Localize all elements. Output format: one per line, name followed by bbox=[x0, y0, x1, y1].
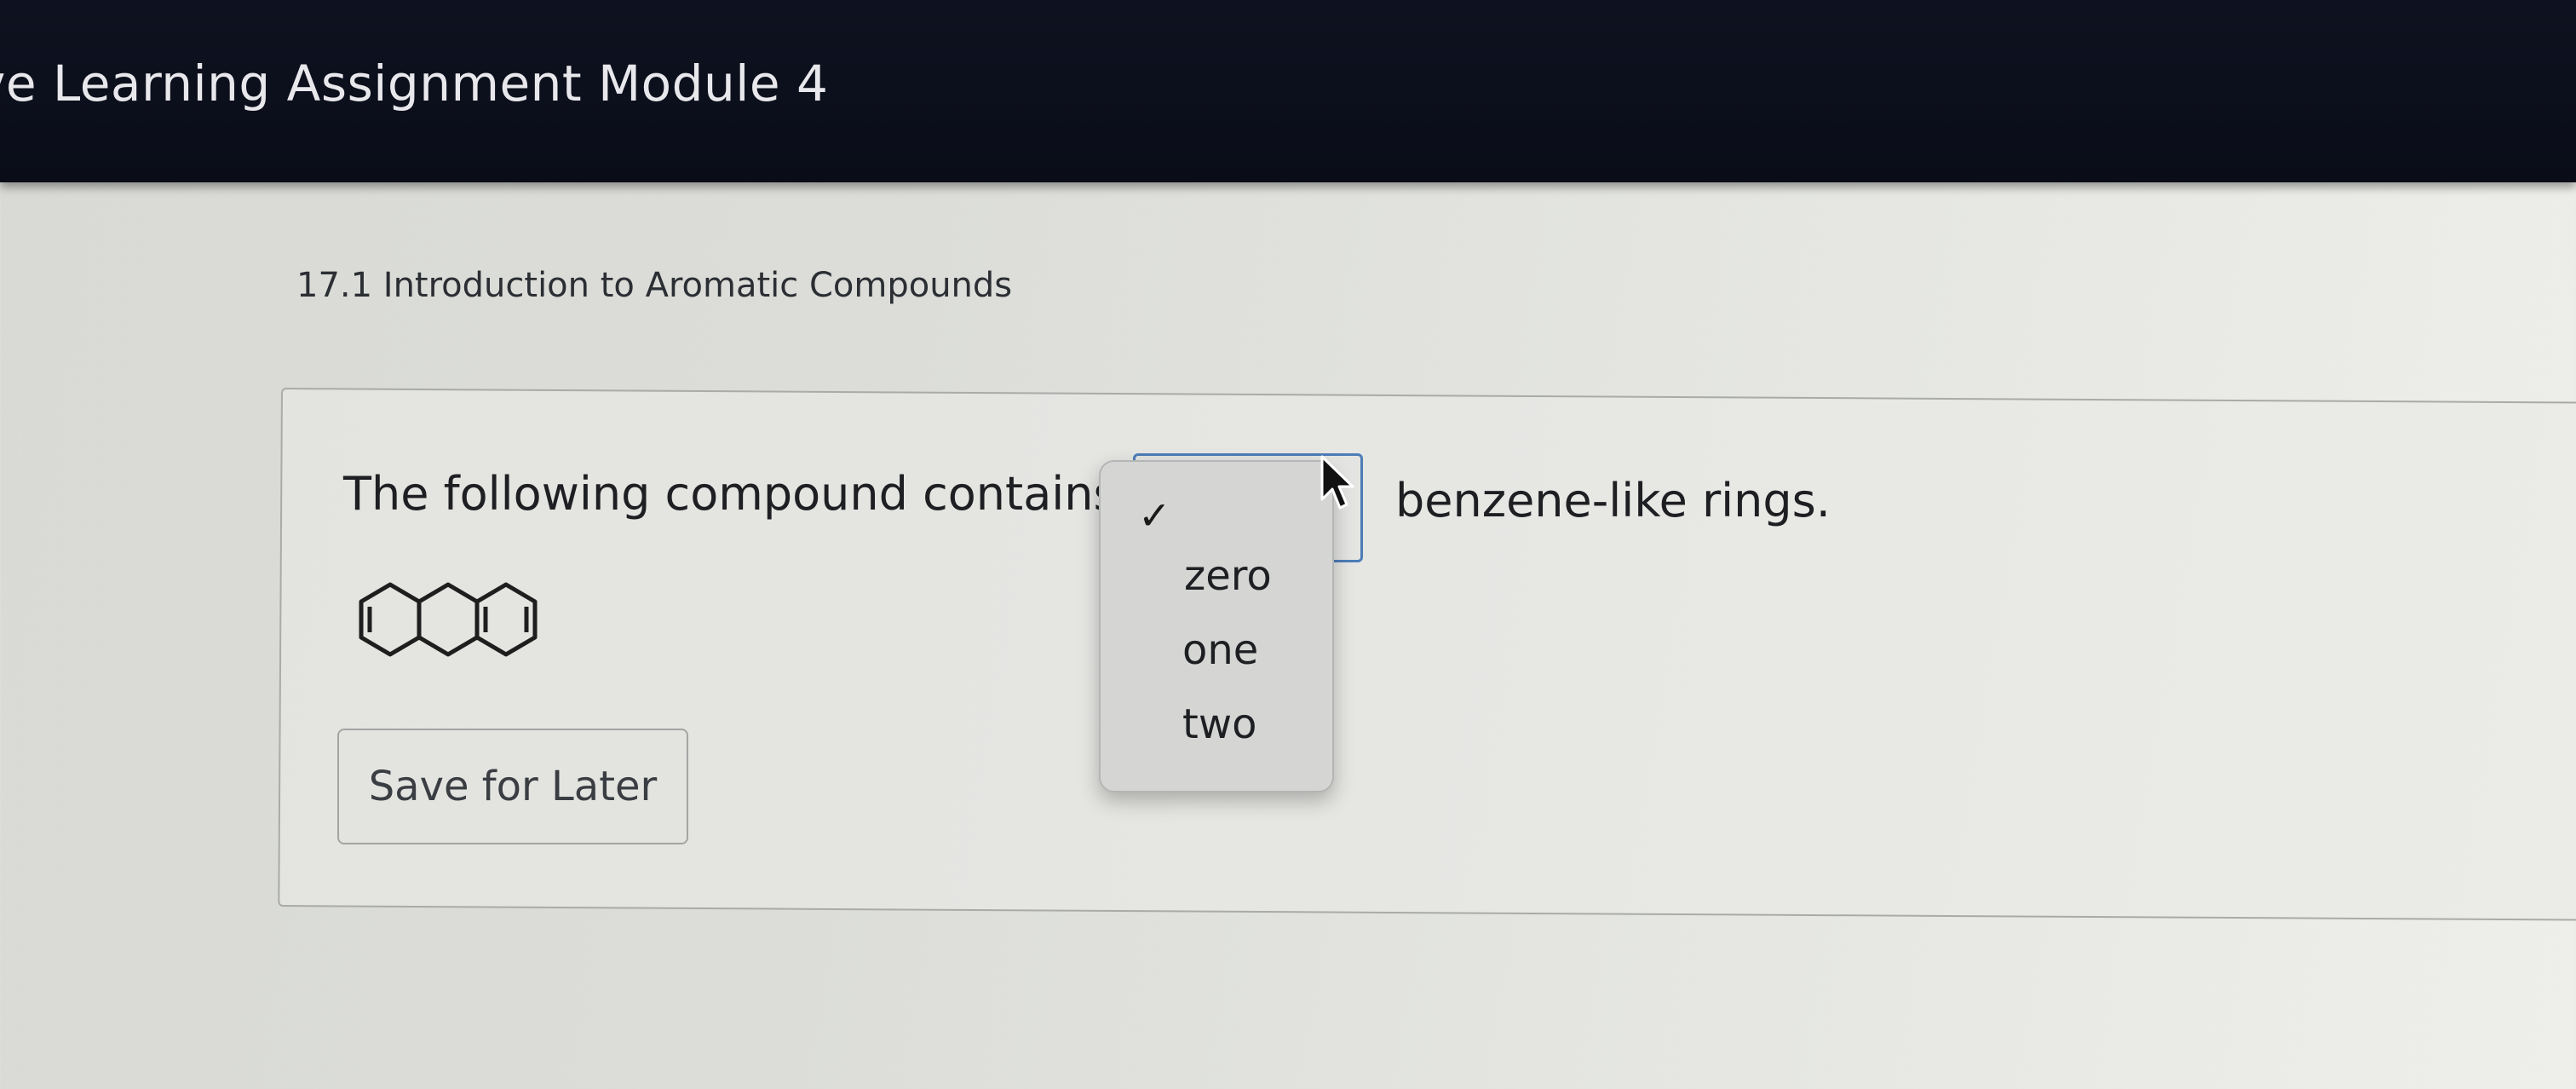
header-bar: ve Learning Assignment Module 4 bbox=[0, 0, 2576, 182]
answer-dropdown-menu: ✓ zero one two bbox=[1099, 460, 1334, 792]
save-for-later-button[interactable]: Save for Later bbox=[337, 729, 688, 844]
dropdown-option-zero[interactable]: zero bbox=[1184, 552, 1272, 600]
dropdown-option-two[interactable]: two bbox=[1182, 700, 1256, 748]
question-prompt-after: benzene-like rings. bbox=[1395, 474, 1831, 527]
question-prompt-before: The following compound contains bbox=[343, 467, 1118, 521]
dropdown-option-one[interactable]: one bbox=[1182, 626, 1258, 674]
mouse-pointer-icon bbox=[1320, 455, 1354, 510]
checkmark-icon: ✓ bbox=[1138, 493, 1171, 539]
section-title: 17.1 Introduction to Aromatic Compounds bbox=[296, 266, 1013, 305]
molecule-structure-image bbox=[359, 582, 538, 657]
page-title: ve Learning Assignment Module 4 bbox=[0, 55, 829, 112]
